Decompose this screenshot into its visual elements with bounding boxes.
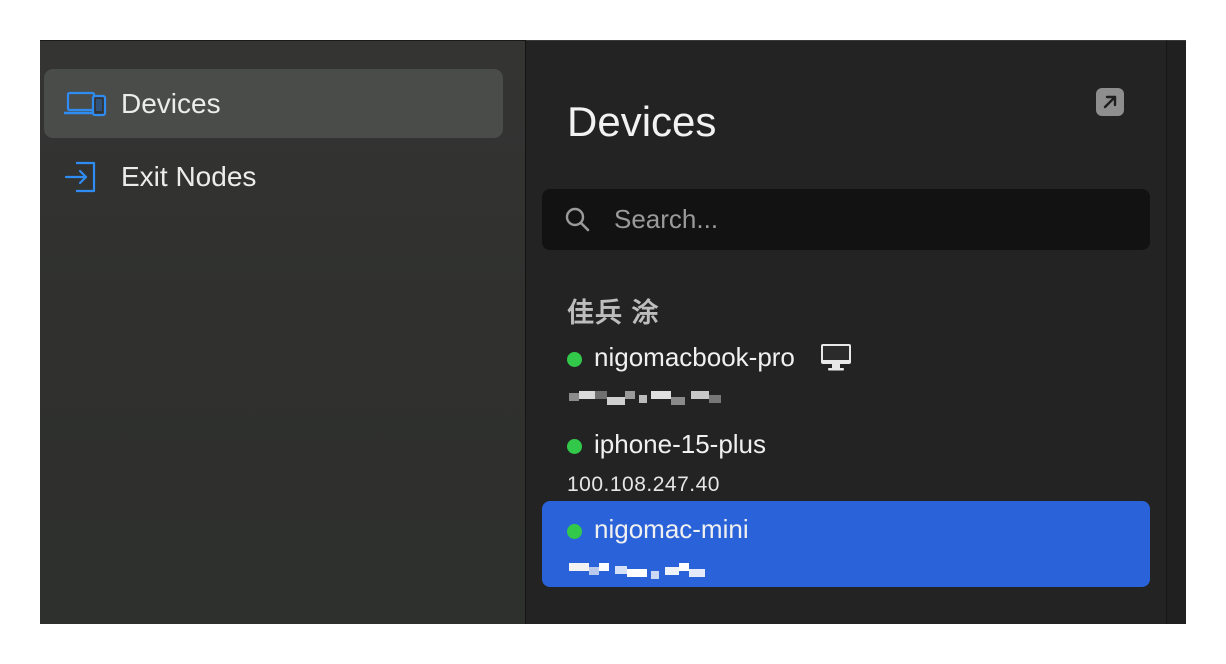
sidebar: Devices Exit Nodes [40,40,525,624]
online-status-dot [567,352,582,367]
page-title: Devices [567,98,717,145]
search-field[interactable]: Search... [542,189,1150,250]
device-ip: 100.108.247.40 [567,473,720,496]
inspector-edge [1166,40,1186,624]
online-status-dot [567,439,582,454]
expand-button[interactable] [1096,88,1124,116]
exit-node-icon [64,157,108,197]
owner-header: 佳兵 涂 [567,298,660,328]
monitor-icon [820,343,852,371]
device-row[interactable]: iphone-15-plus 100.108.247.40 [542,416,1150,502]
search-input[interactable]: Search... [614,204,718,235]
search-icon [564,206,592,234]
device-name: nigomac-mini [594,514,749,544]
device-name: nigomacbook-pro [594,342,795,372]
sidebar-item-label: Exit Nodes [121,160,257,192]
main-pane: Devices Search... 佳兵 涂 nigomacbook-pro i… [526,40,1166,624]
online-status-dot [567,524,582,539]
sidebar-item-label: Devices [121,87,221,119]
devices-icon [62,84,108,124]
device-row-selected[interactable]: nigomac-mini [542,501,1150,587]
sidebar-item-exit-nodes[interactable]: Exit Nodes [44,142,503,211]
app-window: Devices Exit Nodes Devices Search... 佳兵 … [40,40,1186,624]
arrow-up-right-icon [1096,95,1124,120]
device-name: iphone-15-plus [594,429,767,459]
device-row[interactable]: nigomacbook-pro [542,329,1150,415]
sidebar-item-devices[interactable]: Devices [44,69,503,138]
